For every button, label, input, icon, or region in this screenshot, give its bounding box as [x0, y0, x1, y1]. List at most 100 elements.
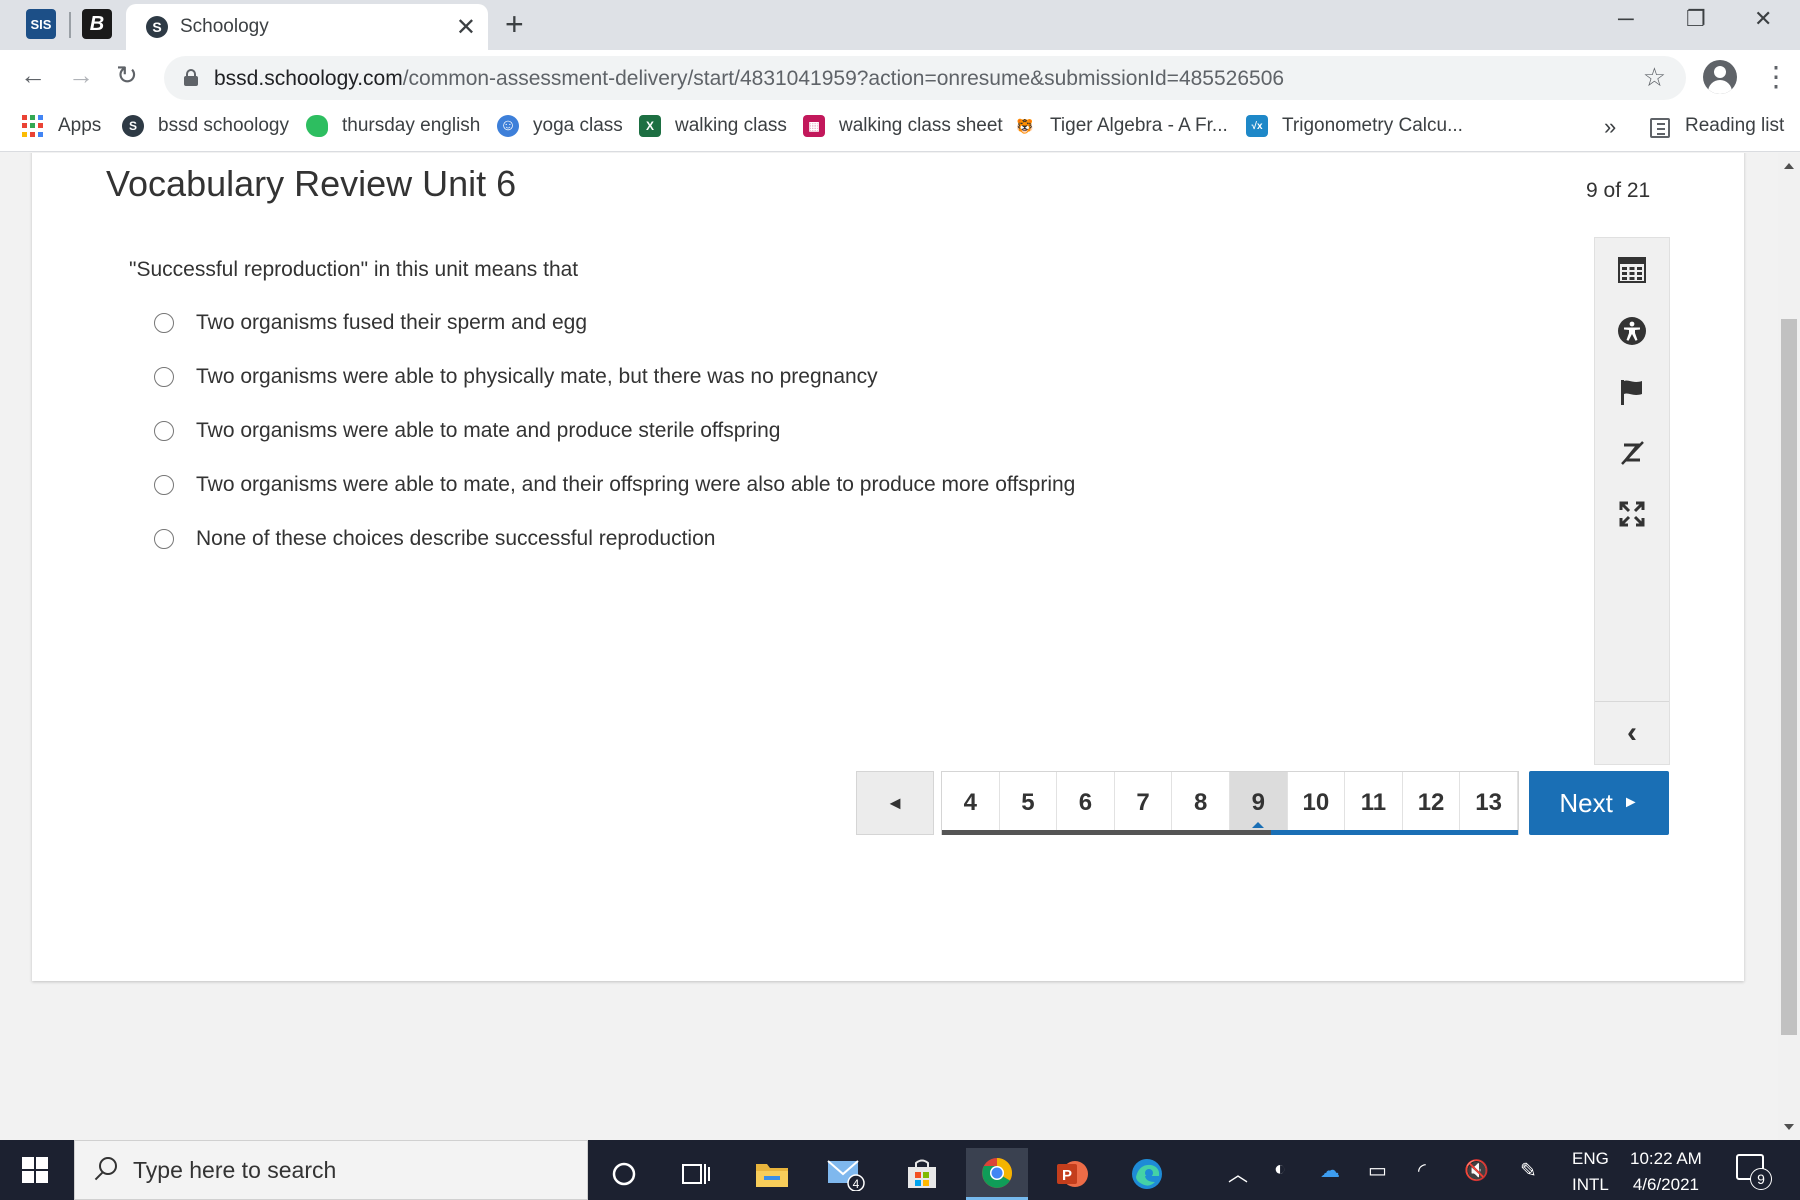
previous-question-button[interactable]: ◄ — [856, 771, 934, 835]
radio-button[interactable] — [154, 529, 174, 549]
bookmark-label: yoga class — [533, 115, 623, 136]
question-text: "Successful reproduction" in this unit m… — [129, 258, 579, 281]
bookmark-label: walking class — [675, 115, 787, 136]
taskbar-search-box[interactable]: Type here to search — [74, 1140, 588, 1200]
more-bookmarks-chevron-icon[interactable]: » — [1604, 114, 1616, 140]
cortana-icon[interactable] — [593, 1148, 655, 1200]
choice-label: None of these choices describe successfu… — [196, 527, 716, 550]
calculator-tool-icon[interactable] — [1614, 252, 1650, 288]
browser-tab-strip: SIS B S Schoology ✕ + ─ ❐ ✕ — [0, 0, 1800, 50]
tab-close-icon[interactable]: ✕ — [456, 13, 476, 42]
url-host: bssd.schoology.com — [214, 67, 403, 90]
page-button-8[interactable]: 8 — [1172, 772, 1230, 834]
answer-choice-3[interactable]: Two organisms were able to mate and prod… — [154, 419, 780, 443]
accessibility-icon[interactable] — [1614, 313, 1650, 349]
bookmark-apps[interactable]: Apps — [22, 115, 101, 137]
window-close-icon[interactable]: ✕ — [1754, 6, 1772, 32]
page-button-12[interactable]: 12 — [1403, 772, 1461, 834]
flag-icon[interactable] — [1614, 374, 1650, 410]
radio-button[interactable] — [154, 475, 174, 495]
reading-list-icon[interactable] — [1650, 118, 1670, 138]
scroll-up-arrow-icon[interactable] — [1784, 163, 1794, 169]
onedrive-cloud-icon[interactable]: ☁ — [1320, 1158, 1340, 1183]
new-tab-plus-icon[interactable]: + — [505, 6, 524, 43]
choice-label: Two organisms were able to mate and prod… — [196, 419, 781, 442]
next-button[interactable]: Next ► — [1529, 771, 1669, 835]
edge-icon[interactable] — [1116, 1148, 1178, 1200]
file-explorer-icon[interactable] — [741, 1148, 803, 1200]
url-text: bssd.schoology.com/common-assessment-del… — [214, 67, 1284, 91]
language-indicator[interactable]: ENG INTL — [1572, 1146, 1609, 1198]
page-button-7[interactable]: 7 — [1115, 772, 1173, 834]
mail-icon[interactable]: 4 — [816, 1148, 878, 1200]
radio-button[interactable] — [154, 367, 174, 387]
evernote-icon — [306, 115, 328, 137]
answer-choice-5[interactable]: None of these choices describe successfu… — [154, 527, 715, 551]
edge-tray-icon[interactable]: ◐ — [1274, 1158, 1286, 1181]
pinned-tab-b[interactable]: B — [82, 9, 112, 39]
bookmark-label: thursday english — [342, 115, 481, 136]
forward-arrow-icon[interactable]: → — [68, 60, 94, 91]
pinned-tab-sis[interactable]: SIS — [26, 9, 56, 39]
assessment-tools-rail: ‹ — [1594, 237, 1670, 765]
battery-icon[interactable]: ▭ — [1368, 1158, 1387, 1183]
schoology-icon: S — [122, 115, 144, 137]
wifi-icon[interactable]: ◜ — [1418, 1158, 1426, 1183]
page-button-9[interactable]: 9 — [1229, 772, 1288, 834]
progress-track — [942, 830, 1518, 835]
assessment-title: Vocabulary Review Unit 6 — [106, 163, 517, 204]
address-bar[interactable]: bssd.schoology.com/common-assessment-del… — [164, 56, 1686, 100]
tab-title: Schoology — [180, 16, 269, 37]
chrome-taskbar-icon[interactable] — [966, 1148, 1028, 1200]
pen-icon[interactable]: ✎ — [1520, 1158, 1537, 1183]
bookmark-thursday-english[interactable]: thursday english — [306, 115, 480, 137]
choice-label: Two organisms fused their sperm and egg — [196, 311, 588, 334]
volume-muted-icon[interactable]: 🔇 — [1464, 1158, 1489, 1183]
reload-icon[interactable]: ↻ — [116, 60, 138, 91]
scrollbar-thumb[interactable] — [1781, 319, 1797, 1035]
back-arrow-icon[interactable]: ← — [20, 60, 46, 91]
reading-list-button[interactable]: Reading list — [1685, 115, 1784, 137]
page-scrollbar[interactable] — [1778, 153, 1800, 1140]
system-clock[interactable]: 10:22 AM 4/6/2021 — [1630, 1146, 1702, 1198]
page-button-5[interactable]: 5 — [1000, 772, 1058, 834]
page-button-6[interactable]: 6 — [1057, 772, 1115, 834]
scroll-down-arrow-icon[interactable] — [1784, 1124, 1794, 1130]
page-button-13[interactable]: 13 — [1460, 772, 1518, 834]
active-tab[interactable]: S Schoology ✕ — [126, 4, 488, 50]
next-arrow-icon: ► — [1622, 794, 1639, 811]
eliminate-answer-icon[interactable] — [1614, 435, 1650, 471]
radio-button[interactable] — [154, 421, 174, 441]
powerpoint-icon[interactable]: P — [1041, 1148, 1103, 1200]
show-hidden-icons-chevron-icon[interactable]: ︿ — [1228, 1158, 1248, 1187]
answer-choice-1[interactable]: Two organisms fused their sperm and egg — [154, 311, 587, 335]
page-button-4[interactable]: 4 — [942, 772, 1000, 834]
restore-icon[interactable]: ❐ — [1686, 6, 1706, 32]
bookmark-walking-class[interactable]: X walking class — [639, 115, 787, 137]
menu-kebab-icon[interactable]: ⋮ — [1762, 60, 1790, 93]
page-button-10[interactable]: 10 — [1288, 772, 1346, 834]
collapse-chevron-left-icon[interactable]: ‹ — [1617, 716, 1647, 752]
radio-button[interactable] — [154, 313, 174, 333]
clock-date: 4/6/2021 — [1632, 1175, 1699, 1194]
page-button-11[interactable]: 11 — [1345, 772, 1403, 834]
bookmark-trigonometry-calc[interactable]: √x Trigonometry Calcu... — [1246, 115, 1463, 137]
answer-choice-4[interactable]: Two organisms were able to mate, and the… — [154, 473, 1075, 497]
bookmark-yoga-class[interactable]: ☺ yoga class — [497, 115, 623, 137]
progress-fill — [1271, 830, 1518, 835]
bookmark-star-icon[interactable]: ☆ — [1643, 62, 1666, 93]
task-view-icon[interactable] — [665, 1148, 727, 1200]
profile-avatar-icon[interactable] — [1703, 60, 1737, 94]
mail-badge: 4 — [853, 1177, 860, 1191]
bookmark-tiger-algebra[interactable]: 🐯 Tiger Algebra - A Fr... — [1014, 115, 1228, 137]
answer-choice-2[interactable]: Two organisms were able to physically ma… — [154, 365, 878, 389]
minimize-icon[interactable]: ─ — [1618, 6, 1634, 32]
bookmark-walking-class-sheet[interactable]: ▦ walking class sheet — [803, 115, 1003, 137]
windows-start-icon[interactable] — [22, 1157, 48, 1183]
bookmark-bssd-schoology[interactable]: S bssd schoology — [122, 115, 289, 137]
calculator-icon: √x — [1246, 115, 1268, 137]
tab-separator — [69, 12, 71, 38]
browser-toolbar: ← → ↻ bssd.schoology.com/common-assessme… — [0, 50, 1800, 106]
microsoft-store-icon[interactable] — [891, 1148, 953, 1200]
fullscreen-icon[interactable] — [1614, 496, 1650, 532]
